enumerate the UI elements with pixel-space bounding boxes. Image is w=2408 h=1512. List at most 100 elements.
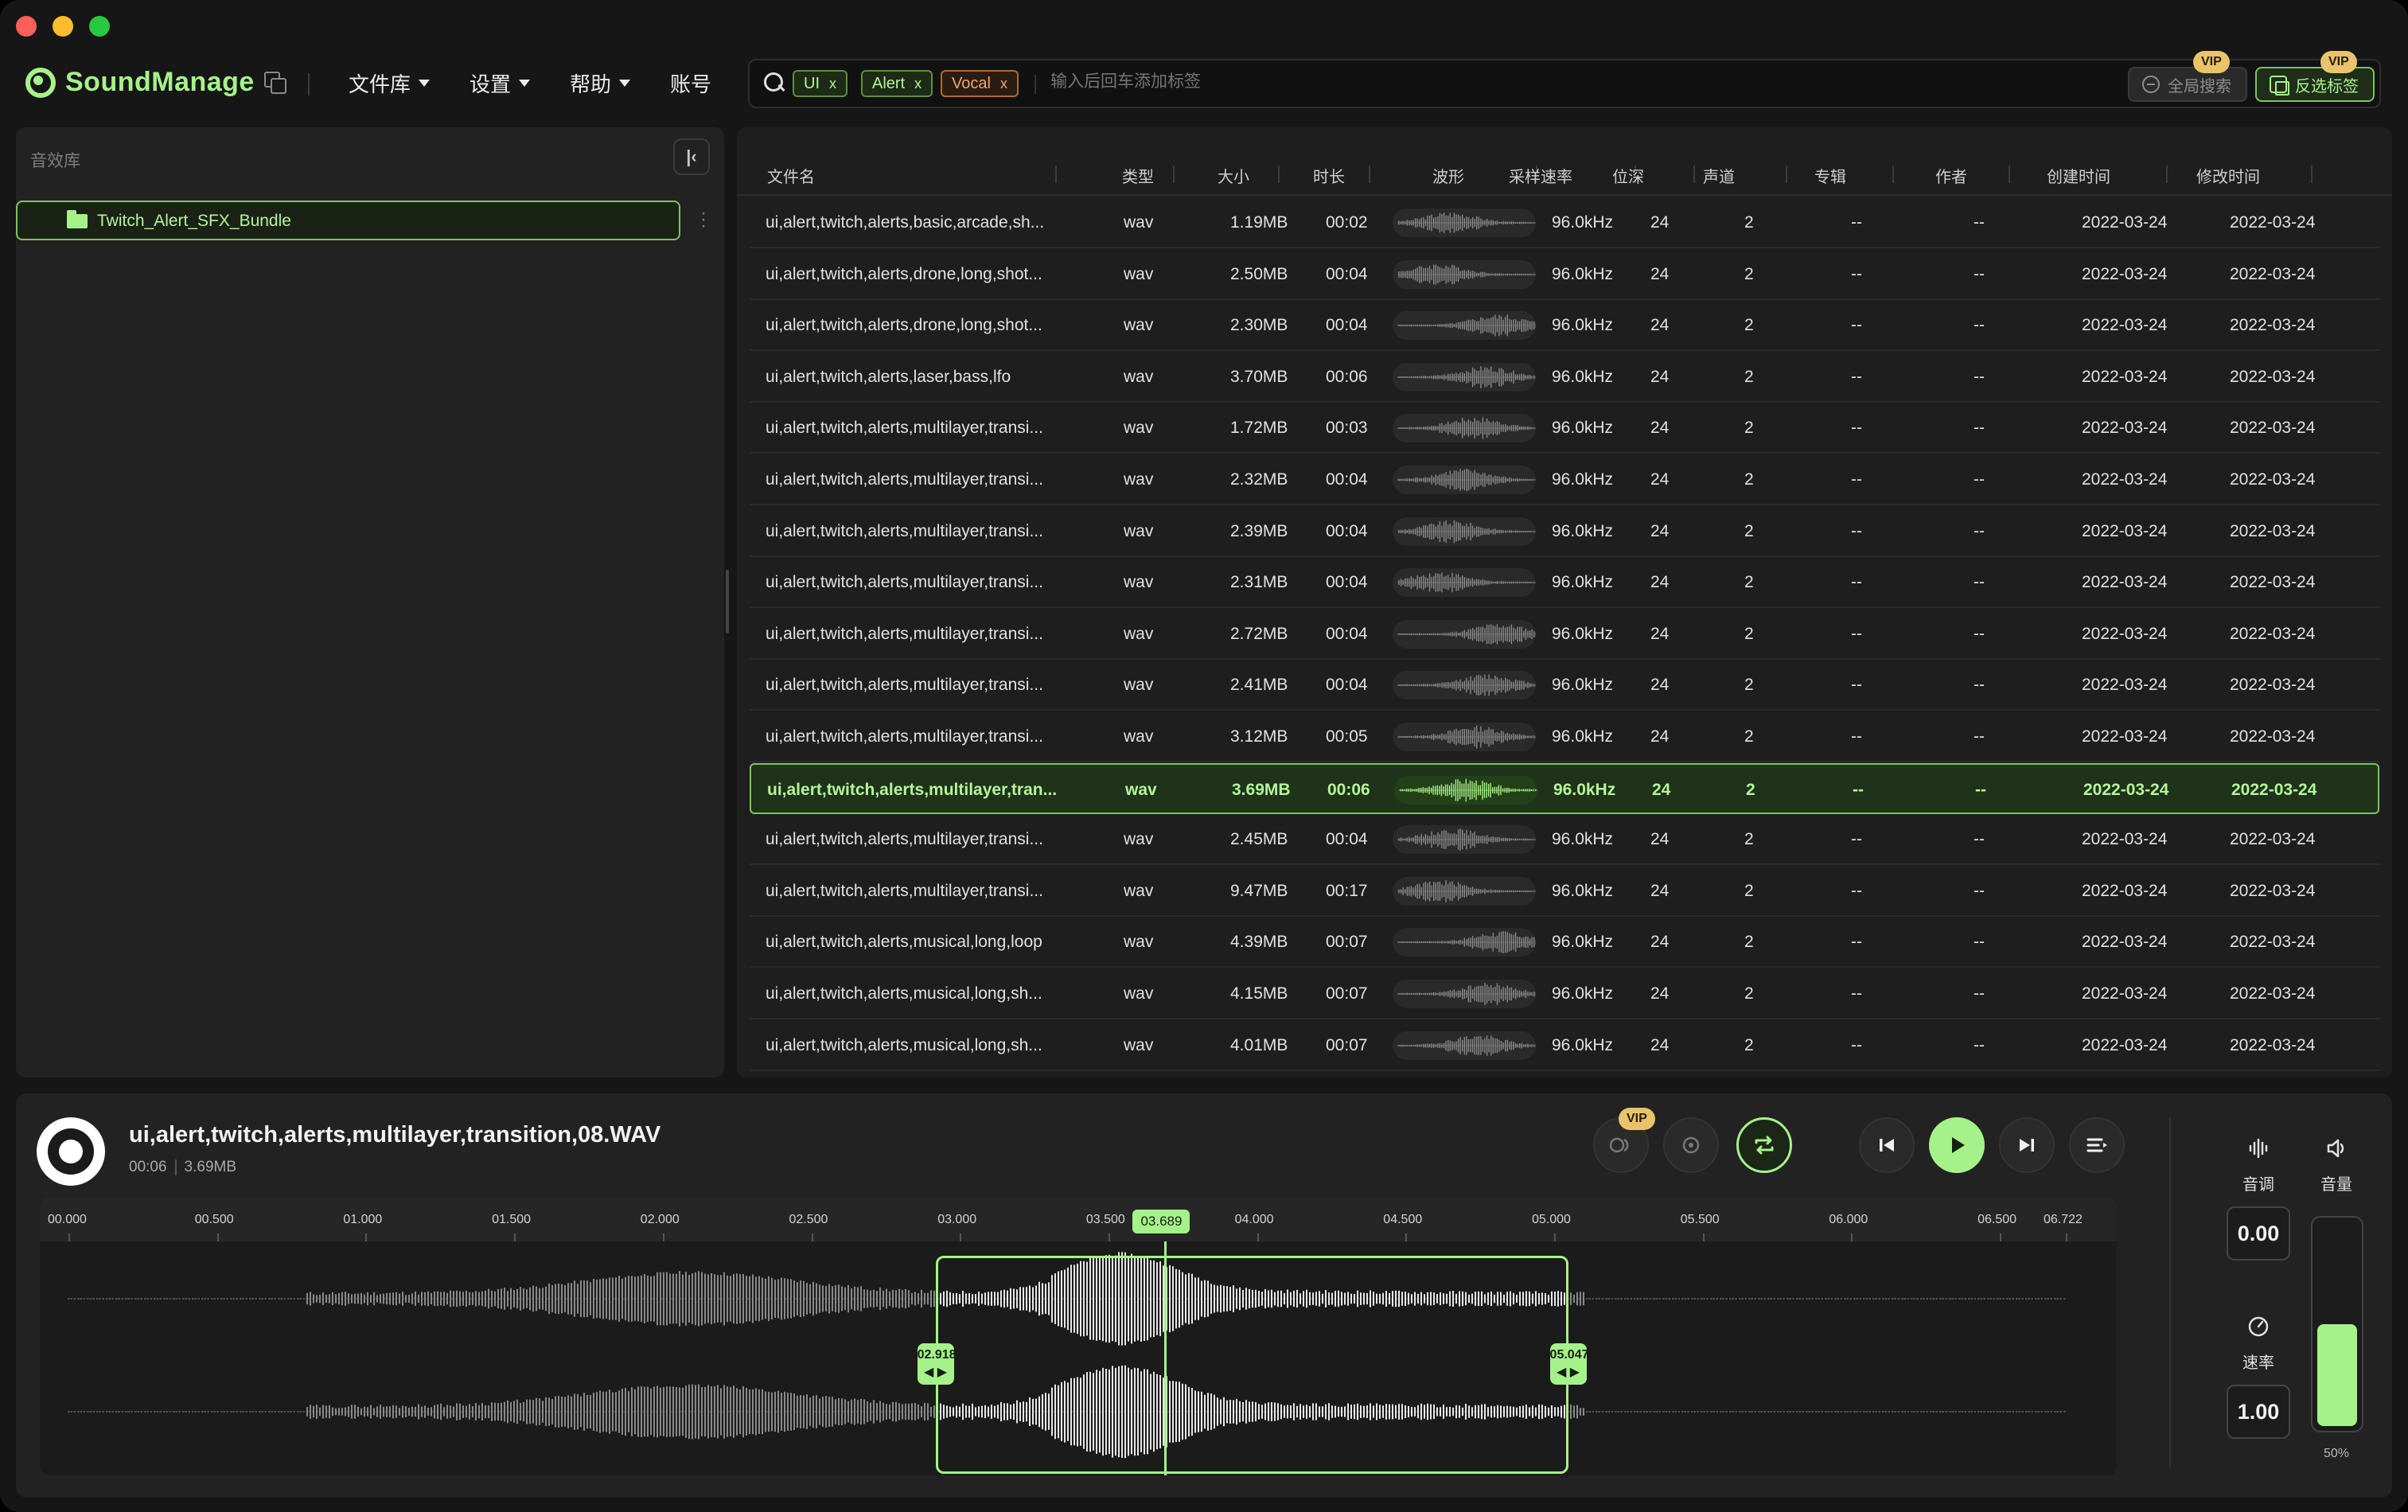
volume-slider[interactable] [2311, 1216, 2363, 1432]
column-header-created[interactable]: 创建时间 [2047, 164, 2110, 187]
menu-settings[interactable]: 设置 [470, 68, 531, 98]
table-row[interactable]: ui,alert,twitch,alerts,musical,long,sh..… [750, 968, 2379, 1019]
playhead[interactable] [1164, 1241, 1167, 1475]
tag-chip[interactable]: UI x [793, 70, 847, 97]
more-vertical-icon[interactable]: · · · [700, 204, 707, 236]
waveform-thumbnail[interactable] [1393, 466, 1536, 494]
single-play-button[interactable] [1663, 1117, 1719, 1173]
remove-tag-icon[interactable]: x [829, 72, 836, 95]
table-row[interactable]: ui,alert,twitch,alerts,multilayer,tran..… [750, 762, 2379, 814]
table-row[interactable]: ui,alert,twitch,alerts,multilayer,transi… [750, 557, 2379, 609]
ruler-tick [2066, 1233, 2067, 1241]
column-separator[interactable] [1173, 166, 1175, 183]
waveform-thumbnail[interactable] [1393, 928, 1536, 957]
global-search-button[interactable]: VIP 全局搜索 [2128, 51, 2247, 102]
remove-tag-icon[interactable]: x [914, 72, 922, 95]
table-row[interactable]: ui,alert,twitch,alerts,drone,long,shot..… [750, 300, 2379, 352]
table-row[interactable]: ui,alert,twitch,alerts,drone,long,shot..… [750, 249, 2379, 300]
column-separator[interactable] [1786, 166, 1787, 183]
column-header-channels[interactable]: 声道 [1703, 164, 1735, 187]
cell-author: -- [1974, 213, 1985, 232]
column-header-sample-rate[interactable]: 采样速率 [1509, 164, 1572, 187]
folder-item[interactable]: Twitch_Alert_SFX_Bundle [16, 201, 680, 240]
waveform-thumbnail[interactable] [1393, 208, 1536, 237]
waveform-editor[interactable]: 00.000 00.500 01.000 01.500 02.000 02.500 03.0… [40, 1197, 2117, 1475]
table-row[interactable]: ui,alert,twitch,alerts,multilayer,transi… [750, 403, 2379, 454]
tag-input[interactable] [1050, 72, 1448, 92]
close-window-button[interactable] [16, 16, 37, 37]
column-header-size[interactable]: 大小 [1218, 164, 1249, 187]
time-ruler[interactable]: 00.000 00.500 01.000 01.500 02.000 02.500 03.0… [40, 1197, 2117, 1241]
table-row[interactable]: ui,alert,twitch,alerts,musical,long,sh..… [750, 1020, 2379, 1071]
table-row[interactable]: ui,alert,twitch,alerts,multilayer,transi… [750, 814, 2379, 866]
column-separator[interactable] [1055, 166, 1057, 183]
next-button[interactable] [1999, 1117, 2055, 1173]
menu-account[interactable]: 账号 [670, 68, 711, 98]
cell-album: -- [1851, 830, 1862, 849]
column-header-waveform[interactable]: 波形 [1432, 164, 1464, 187]
waveform-thumbnail[interactable] [1393, 671, 1536, 700]
table-row[interactable]: ui,alert,twitch,alerts,multilayer,transi… [750, 660, 2379, 711]
column-separator[interactable] [2311, 166, 2313, 183]
column-header-duration[interactable]: 时长 [1313, 164, 1345, 187]
ab-loop-button[interactable]: VIP [1593, 1108, 1655, 1173]
cell-duration: 00:07 [1326, 933, 1368, 952]
table-row[interactable]: ui,alert,twitch,alerts,laser,bass,lfo wav… [750, 352, 2379, 403]
selection-end-handle[interactable]: 05.047 ◀ ▶ [1549, 1343, 1588, 1385]
tag-chip[interactable]: Vocal x [941, 70, 1019, 97]
copy-icon[interactable] [264, 72, 286, 94]
waveform-thumbnail[interactable] [1393, 619, 1536, 649]
waveform-thumbnail[interactable] [1393, 259, 1536, 289]
panel-resize-handle[interactable] [726, 570, 729, 633]
waveform-thumbnail[interactable] [1394, 775, 1537, 805]
collapse-sidebar-button[interactable]: |‹ [673, 138, 710, 175]
cell-modified: 2022-03-24 [2231, 780, 2317, 799]
column-header-author[interactable]: 作者 [1935, 164, 1967, 187]
waveform-thumbnail[interactable] [1393, 414, 1536, 443]
table-row[interactable]: ui,alert,twitch,alerts,multilayer,transi… [750, 609, 2379, 660]
invert-tags-button[interactable]: VIP 反选标签 [2255, 51, 2375, 102]
table-row[interactable]: ui,alert,twitch,alerts,multilayer,transi… [750, 711, 2379, 762]
table-row[interactable]: ui,alert,twitch,alerts,multilayer,transi… [750, 454, 2379, 505]
column-separator[interactable] [1693, 166, 1695, 183]
table-row[interactable]: ui,alert,twitch,alerts,musical,long,loop… [750, 917, 2379, 968]
waveform-thumbnail[interactable] [1393, 311, 1536, 341]
column-header-filename[interactable]: 文件名 [767, 164, 815, 187]
waveform-thumbnail[interactable] [1393, 825, 1536, 855]
tag-search-box[interactable]: UI x Alert x Vocal x VIP 全局搜索 VIP 反选标签 [748, 51, 2381, 108]
repeat-button[interactable] [1736, 1117, 1792, 1173]
waveform-thumbnail[interactable] [1393, 723, 1536, 751]
waveform-thumbnail[interactable] [1393, 568, 1536, 598]
pitch-value-field[interactable]: 0.00 [2227, 1206, 2290, 1261]
play-button[interactable] [1929, 1117, 1985, 1173]
speed-value-field[interactable]: 1.00 [2227, 1385, 2290, 1439]
column-header-type[interactable]: 类型 [1122, 164, 1154, 187]
menu-help[interactable]: 帮助 [570, 68, 631, 98]
column-separator[interactable] [1278, 166, 1280, 183]
selection-start-handle[interactable]: 02.918 ◀ ▶ [917, 1343, 957, 1385]
column-header-modified[interactable]: 修改时间 [2196, 164, 2260, 187]
column-header-album[interactable]: 专辑 [1814, 164, 1846, 187]
waveform-thumbnail[interactable] [1393, 362, 1536, 392]
column-header-bit-depth[interactable]: 位深 [1612, 164, 1644, 187]
selection-region[interactable] [935, 1256, 1568, 1474]
zoom-window-button[interactable] [89, 16, 110, 37]
tag-chip[interactable]: Alert x [861, 70, 933, 97]
waveform-thumbnail[interactable] [1393, 876, 1536, 906]
column-separator[interactable] [1369, 166, 1370, 183]
minimize-window-button[interactable] [53, 16, 73, 37]
previous-button[interactable] [1859, 1117, 1915, 1173]
waveform-thumbnail[interactable] [1393, 1031, 1536, 1060]
cell-bit-depth: 24 [1650, 367, 1670, 386]
table-row[interactable]: ui,alert,twitch,alerts,multilayer,transi… [750, 506, 2379, 557]
remove-tag-icon[interactable]: x [1000, 72, 1007, 95]
waveform-thumbnail[interactable] [1393, 980, 1536, 1008]
waveform-thumbnail[interactable] [1393, 516, 1536, 546]
column-separator[interactable] [1892, 166, 1894, 183]
table-row[interactable]: ui,alert,twitch,alerts,multilayer,transi… [750, 866, 2379, 917]
playlist-button[interactable] [2069, 1117, 2125, 1173]
column-separator[interactable] [2166, 166, 2168, 183]
column-separator[interactable] [2009, 166, 2010, 183]
menu-library[interactable]: 文件库 [349, 68, 431, 98]
table-row[interactable]: ui,alert,twitch,alerts,basic,arcade,sh..… [750, 197, 2379, 248]
